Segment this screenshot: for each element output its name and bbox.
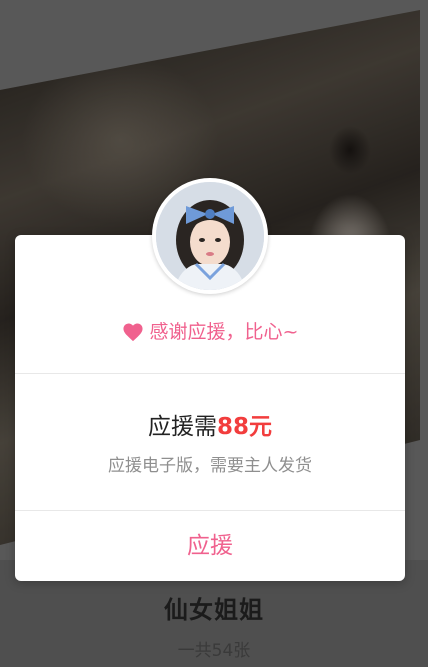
- divider-top: [15, 373, 405, 374]
- price-prefix: 应援需: [147, 414, 217, 440]
- price-row: 应援需88元: [15, 407, 405, 441]
- heart-icon: [122, 322, 144, 347]
- thanks-message-row: 感谢应援，比心~: [15, 317, 405, 347]
- avatar-photo: [156, 182, 264, 290]
- support-description: 应援电子版，需要主人发货: [108, 456, 312, 476]
- support-button[interactable]: 应援: [15, 511, 405, 581]
- price-amount: 88元: [216, 414, 272, 440]
- album-photo-count: 一共54张: [177, 641, 251, 661]
- thanks-text: 感谢应援，比心~: [149, 321, 299, 343]
- creator-avatar: [152, 178, 268, 294]
- album-title: 仙女姐姐: [164, 596, 264, 624]
